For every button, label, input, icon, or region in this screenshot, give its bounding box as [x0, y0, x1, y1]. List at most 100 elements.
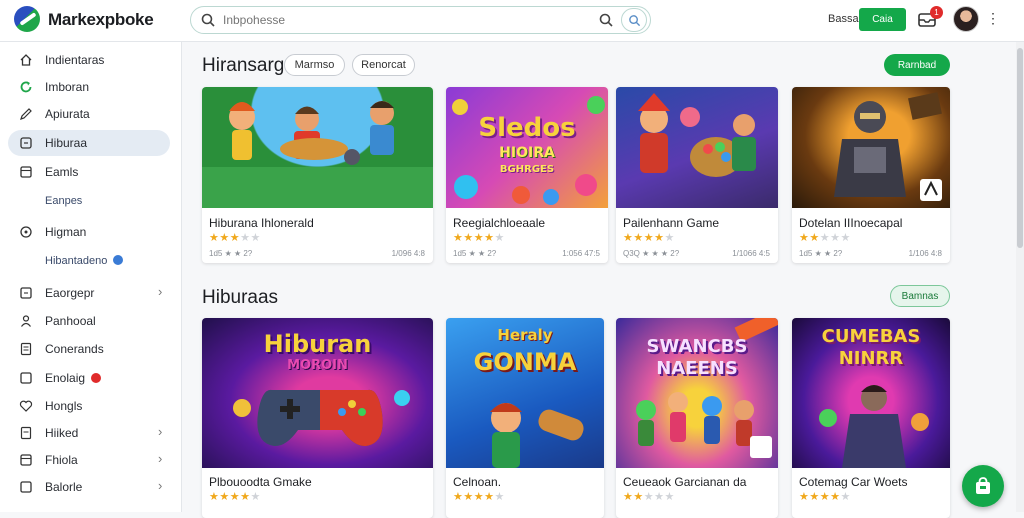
game-art-subtitle: NINRR: [838, 348, 904, 369]
sidebar-item-12[interactable]: Hongls: [8, 393, 170, 419]
game-thumbnail[interactable]: Heraly GONMA: [446, 318, 604, 468]
sidebar-item-label: Hiburaa: [45, 136, 88, 150]
game-meta: Q3Q ★ ★ ★ 2?: [623, 249, 680, 258]
game-art-subtitle: BGHRGES: [499, 164, 555, 175]
tag-icon: [19, 136, 33, 150]
search-icon[interactable]: [599, 13, 613, 32]
sidebar-item-8[interactable]: Eaorgepr ›: [8, 280, 170, 306]
game-thumbnail[interactable]: [202, 87, 433, 208]
game-thumbnail[interactable]: Sledos HIOIRA BGHRGES: [446, 87, 608, 208]
filter-chip[interactable]: Renorcat: [352, 54, 415, 76]
more-icon[interactable]: ⋮: [986, 10, 1000, 27]
box-icon: [19, 371, 33, 385]
sidebar-item-0[interactable]: Indientaras: [8, 47, 170, 73]
game-card[interactable]: SWANCBS NAEENS Ceueaok Garcianan da ★★★★…: [616, 318, 778, 518]
chevron-right-icon: ›: [158, 451, 163, 466]
cartoon-kids-image: [202, 101, 433, 208]
top-link[interactable]: Bassa: [828, 13, 859, 25]
sidebar-item-5[interactable]: Eanpes: [8, 189, 170, 215]
game-card[interactable]: Pailenhann Game ★★★★★ Q3Q ★ ★ ★ 2? 1/106…: [616, 87, 778, 263]
sidebar-item-6[interactable]: Higman: [8, 219, 170, 245]
game-meta: 1d5 ★ ★ 2?: [209, 249, 253, 258]
game-thumbnail[interactable]: CUMEBAS NINRR: [792, 318, 950, 468]
game-title: Pailenhann Game: [623, 216, 720, 230]
filter-chip[interactable]: Marmso: [284, 54, 345, 76]
sidebar-item-text: Hibantadeno: [45, 255, 108, 267]
sidebar-item-label: Eaorgepr: [45, 286, 95, 300]
rating-stars: ★★★★★: [453, 491, 505, 503]
game-art-title: Hiburan: [263, 330, 372, 358]
sidebar-item-label: Higman: [45, 225, 87, 239]
refresh-icon: [19, 80, 33, 94]
game-title: Hiburana Ihlonerald: [209, 216, 314, 230]
search-icon: [201, 13, 215, 32]
game-meta: 1:056 47:5: [562, 249, 600, 258]
rating-stars: ★★★★★: [209, 232, 261, 244]
sidebar-item-10[interactable]: Conerands: [8, 336, 170, 362]
game-title: Plbouoodta Gmake: [209, 475, 312, 489]
search-icon: [628, 14, 640, 26]
visual-search-button[interactable]: [621, 8, 647, 32]
game-card[interactable]: Dotelan IIInoecapal ★★★★★ 1d5 ★ ★ 2? 1/1…: [792, 87, 950, 263]
brand-name[interactable]: Markexpboke: [48, 10, 154, 30]
game-art-subtitle: NAEENS: [656, 358, 738, 379]
game-art-title: SWANCBS: [646, 336, 748, 357]
game-meta: 1/106 4:8: [908, 249, 942, 258]
sidebar-item-7[interactable]: Hibantadeno: [8, 249, 170, 275]
game-meta: 1d5 ★ ★ 2?: [453, 249, 497, 258]
section-action-button[interactable]: Rarnbad: [884, 54, 950, 76]
floating-action-button[interactable]: [962, 465, 1004, 507]
scrollbar-thumb[interactable]: [1017, 48, 1023, 248]
game-card[interactable]: Hiburan MOROIN Plbouoodta Gmake ★★★★★: [202, 318, 433, 518]
sidebar-item-label: Enolaig: [45, 371, 102, 385]
logo-icon[interactable]: [14, 6, 40, 32]
rating-stars: ★★★★★: [453, 232, 505, 244]
pencil-icon: [19, 107, 33, 121]
status-badge: [113, 255, 124, 265]
sidebar-item-15[interactable]: Balorle ›: [8, 474, 170, 500]
sidebar-item-label: Apiurata: [45, 107, 90, 121]
home-icon: [19, 53, 33, 67]
box-icon: [19, 453, 33, 467]
game-thumbnail[interactable]: SWANCBS NAEENS: [616, 318, 778, 468]
sidebar-item-label: Eamls: [45, 165, 79, 179]
game-card[interactable]: Sledos HIOIRA BGHRGES Reegialchloeaale ★…: [446, 87, 608, 263]
chevron-right-icon: ›: [158, 478, 163, 493]
sidebar-item-2[interactable]: Apiurata: [8, 101, 170, 127]
game-card[interactable]: CUMEBAS NINRR Cotemag Car Woets ★★★★★: [792, 318, 950, 518]
sidebar-item-9[interactable]: Panhooal: [8, 308, 170, 334]
game-thumbnail[interactable]: [792, 87, 950, 208]
section-title: Hiburaas: [202, 287, 279, 308]
game-thumbnail[interactable]: [616, 87, 778, 208]
sidebar-item-11[interactable]: Enolaig: [8, 365, 170, 391]
game-title: Dotelan IIInoecapal: [799, 216, 903, 230]
doc-icon: [19, 426, 33, 440]
game-card[interactable]: Hiburana Ihlonerald ★★★★★ 1d5 ★ ★ 2? 1/0…: [202, 87, 433, 263]
rating-stars: ★★★★★: [209, 491, 261, 503]
section-action-button[interactable]: Bamnas: [890, 285, 950, 307]
game-title: Cotemag Car Woets: [799, 475, 908, 489]
sidebar-item-text: Enolaig: [45, 371, 86, 385]
notification-badge: 1: [930, 6, 943, 19]
sidebar-item-3[interactable]: Hiburaa: [8, 130, 170, 156]
sidebar-item-14[interactable]: Fhiola ›: [8, 447, 170, 473]
game-card[interactable]: Heraly GONMA Celnoan. ★★★★★: [446, 318, 604, 518]
box-icon: [19, 480, 33, 494]
chevron-right-icon: ›: [158, 284, 163, 299]
circle-icon: [19, 225, 33, 239]
search-bar: [190, 6, 651, 34]
game-title: Reegialchloeaale: [453, 216, 546, 230]
search-input[interactable]: [223, 12, 583, 28]
game-art-title: Sledos: [478, 113, 576, 143]
sidebar-item-label: Eanpes: [45, 195, 83, 207]
game-art-title: CUMEBAS: [821, 326, 921, 347]
sidebar-item-13[interactable]: Hiiked ›: [8, 420, 170, 446]
box-icon: [19, 286, 33, 300]
sidebar-item-4[interactable]: Eamls: [8, 159, 170, 185]
sidebar: Indientaras Imboran Apiurata Hiburaa Eam…: [0, 42, 182, 512]
sidebar-item-1[interactable]: Imboran: [8, 74, 170, 100]
cta-button[interactable]: Caia: [859, 8, 906, 31]
game-thumbnail[interactable]: Hiburan MOROIN: [202, 318, 433, 468]
avatar[interactable]: [953, 6, 979, 32]
game-meta: 1d5 ★ ★ 2?: [799, 249, 843, 258]
